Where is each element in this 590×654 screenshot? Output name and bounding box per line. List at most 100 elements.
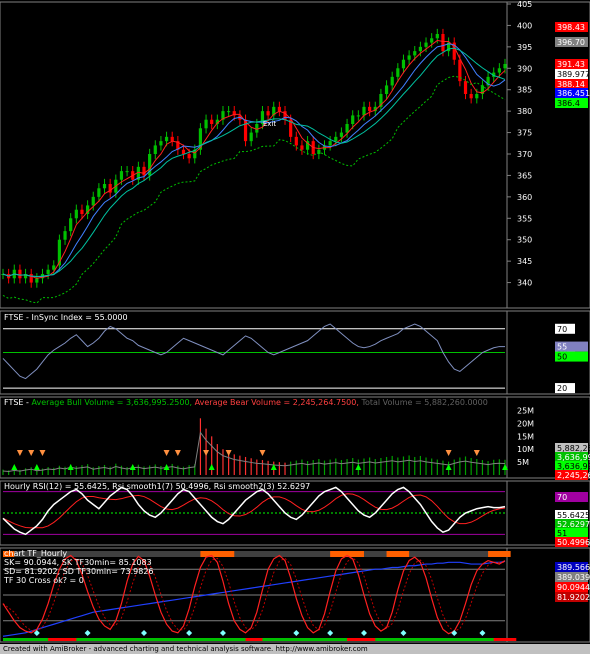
stochastic-top-band xyxy=(3,551,505,557)
price-current-label-3: 389.977 xyxy=(557,70,590,79)
stochastic-current-label-1: 389.039 xyxy=(557,573,590,582)
candle-body xyxy=(187,154,191,159)
candle-body xyxy=(249,132,253,142)
stochastic-title-line-1: SK= 90.0944, SK TF30min= 85.1083 xyxy=(4,558,152,567)
candle-body xyxy=(35,278,39,283)
candle-body xyxy=(294,136,298,146)
candle-body xyxy=(80,209,84,214)
amibroker-chart-window: 340 345 350 355 360 365 370 375 380 385 390 395 400 4… xyxy=(0,0,590,654)
candle-body xyxy=(74,209,78,219)
candle-body xyxy=(424,42,428,47)
candle-body xyxy=(91,196,95,206)
volume-tick-20M: 20M xyxy=(517,419,534,428)
price-current-label-0: 398.43 xyxy=(557,23,585,32)
volume-current-label-1: 3,636,995 xyxy=(557,453,590,462)
volume-title-part-0: FTSE - xyxy=(4,398,31,407)
candle-body xyxy=(430,38,434,43)
candle-body xyxy=(345,124,349,133)
candle-body xyxy=(339,132,344,137)
candle-body xyxy=(328,141,332,146)
rsi-current-label-2: 52.6297 xyxy=(557,520,590,529)
price-tick-label-390: 390 xyxy=(517,64,532,73)
stochastic-top-band-seg-3 xyxy=(386,551,410,557)
candle-body xyxy=(300,145,304,150)
candle-body xyxy=(63,231,67,240)
candle-body xyxy=(102,184,107,189)
volume-panel xyxy=(0,396,590,479)
candle-body xyxy=(396,68,400,77)
chart-canvas[interactable]: 340 345 350 355 360 365 370 375 380 385 390 395 400 4… xyxy=(0,0,590,654)
stochastic-current-label-0: 389.566 xyxy=(557,563,590,572)
price-current-label-2: 391.43 xyxy=(557,60,585,69)
insync-tick-label-20: 20 xyxy=(557,384,567,393)
candle-body xyxy=(164,136,169,142)
candle-body xyxy=(69,218,73,232)
candle-body xyxy=(277,106,281,112)
price-tick-label-400: 400 xyxy=(517,21,532,30)
candle-body xyxy=(97,188,101,197)
candle-body xyxy=(407,55,411,60)
stochastic-top-band-seg-4 xyxy=(488,551,511,557)
volume-title-part-2: Average Bear Volume = 2,245,264.7500, xyxy=(195,398,362,407)
candle-body xyxy=(170,136,174,142)
price-current-label-1: 396.70 xyxy=(557,38,585,47)
candle-body xyxy=(159,141,163,146)
candle-body xyxy=(125,171,129,173)
candle-body xyxy=(227,111,231,113)
candle-body xyxy=(356,115,360,117)
candle-body xyxy=(29,274,33,283)
candle-body xyxy=(401,59,406,69)
stochastic-bottom-band-seg-1 xyxy=(245,638,263,641)
volume-title: FTSE - Average Bull Volume = 3,636,995.2… xyxy=(4,398,488,407)
volume-title-part-3: Total Volume = 5,882,260.0000 xyxy=(360,398,487,407)
price-tick-label-365: 365 xyxy=(517,171,532,180)
volume-current-label-2: 3,636,995 xyxy=(557,462,590,471)
candle-body xyxy=(351,115,355,124)
candle-body xyxy=(475,94,479,99)
price-current-label-5: 386.451 xyxy=(557,89,590,98)
candle-body xyxy=(334,136,338,142)
candle-body xyxy=(435,34,439,39)
stochastic-bottom-band-seg-3 xyxy=(493,638,517,641)
stochastic-bottom-band-seg-2 xyxy=(347,638,376,641)
candle-body xyxy=(418,46,422,52)
rsi-title-part-0: Hourly RSI(12) = 55.6425, xyxy=(4,482,112,491)
price-flag-annotation: Exit xyxy=(263,120,277,128)
price-tick-label-395: 395 xyxy=(517,43,532,52)
stochastic-title-line-2: SD= 81.9202, SD TF30min= 73.9826 xyxy=(4,567,154,576)
volume-current-label-0: 5,882,260 xyxy=(557,444,590,453)
price-tick-label-340: 340 xyxy=(517,279,532,288)
candle-body xyxy=(210,119,214,124)
rsi-current-label-1: 55.6425 xyxy=(557,511,590,520)
stochastic-current-label-2: 90.0944 xyxy=(557,583,590,592)
price-tick-label-405: 405 xyxy=(517,0,532,9)
rsi-current-label-3: 51 xyxy=(557,529,567,538)
price-tick-label-375: 375 xyxy=(517,129,532,138)
stochastic-title-line-0: chart TF_Hourly xyxy=(4,549,67,558)
candle-body xyxy=(204,119,208,129)
candle-body xyxy=(153,145,157,154)
candle-body xyxy=(503,64,507,69)
candle-body xyxy=(497,68,501,73)
stochastic-top-band-seg-1 xyxy=(200,551,235,557)
candle-body xyxy=(18,269,22,279)
candle-body xyxy=(266,111,270,116)
candle-body xyxy=(255,124,259,133)
insync-current-label-0: 55 xyxy=(557,343,567,352)
candle-body xyxy=(142,166,146,176)
candle-body xyxy=(441,34,445,52)
price-tick-label-385: 385 xyxy=(517,86,532,95)
volume-tick-15M: 15M xyxy=(517,432,534,441)
insync-title: FTSE - InSync Index = 55.0000 xyxy=(4,313,128,322)
candle-body xyxy=(368,106,372,112)
rsi-title: Hourly RSI(12) = 55.6425, Rsi smooth1(7)… xyxy=(4,482,310,491)
candle-body xyxy=(181,149,186,154)
price-tick-label-350: 350 xyxy=(517,236,532,245)
insync-tick-label-70: 70 xyxy=(557,325,567,334)
candle-body xyxy=(119,171,124,180)
candle-body xyxy=(362,106,366,116)
stochastic-bottom-band-seg-0 xyxy=(48,638,77,641)
stochastic-title-line-3: TF 30 Cross ok? = 0 xyxy=(3,576,84,585)
price-current-label-4: 388.14 xyxy=(557,80,585,89)
volume-title-part-1: Average Bull Volume = 3,636,995.2500, xyxy=(31,398,194,407)
